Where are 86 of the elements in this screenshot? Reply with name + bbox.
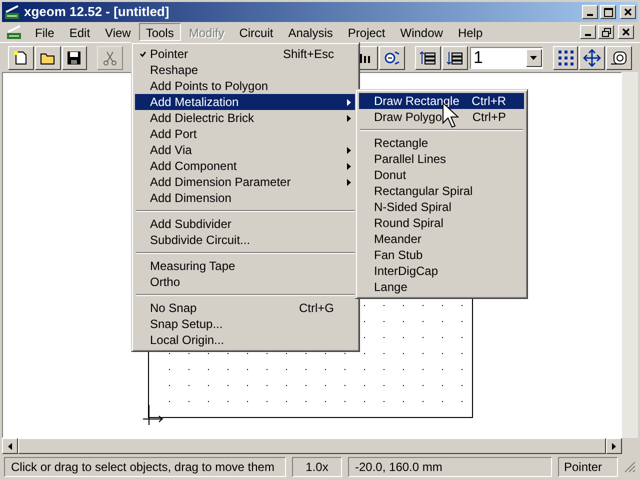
scissors-icon: [102, 50, 118, 66]
tool-mode: Pointer: [558, 457, 618, 477]
close-icon: [624, 8, 632, 16]
resize-grip-icon: [624, 461, 636, 473]
menu-item[interactable]: Measuring Tape: [135, 258, 356, 274]
menu-item[interactable]: No Snap Ctrl+G: [135, 300, 356, 316]
submenu-arrow-icon: [347, 178, 351, 186]
grid-button[interactable]: [552, 46, 578, 70]
menu-item[interactable]: Meander: [359, 231, 524, 247]
window-title: xgeom 12.52 - [untitled]: [24, 3, 170, 22]
left-arrow-icon: [8, 442, 12, 450]
menu-item[interactable]: Add Points to Polygon: [135, 78, 356, 94]
checkmark-icon: [140, 51, 146, 57]
menu-item[interactable]: Round Spiral: [359, 215, 524, 231]
submenu-arrow-icon: [347, 146, 351, 154]
menu-bar-item[interactable]: Help: [450, 23, 490, 41]
submenu-arrow-icon: [347, 114, 351, 122]
menu-item[interactable]: Subdivide Circuit...: [135, 232, 356, 248]
menu-item[interactable]: Parallel Lines: [359, 151, 524, 167]
maximize-icon: [604, 8, 612, 16]
menu-item[interactable]: Reshape: [135, 62, 356, 78]
menu-bar-item[interactable]: Project: [340, 23, 392, 41]
menu-item[interactable]: Add Subdivider: [135, 216, 356, 232]
status-message: Click or drag to select objects, drag to move them: [4, 457, 286, 477]
minimize-button[interactable]: [582, 5, 598, 19]
restore-icon: [602, 28, 610, 36]
save-button[interactable]: [62, 46, 88, 70]
menu-item[interactable]: Snap Setup...: [135, 316, 356, 332]
menu-item[interactable]: Rectangle: [359, 135, 524, 151]
menu-item[interactable]: Rectangular Spiral: [359, 183, 524, 199]
menu-item[interactable]: InterDigCap: [359, 263, 524, 279]
magnifier-arrows-icon: [383, 48, 402, 66]
dot-grid-icon: [556, 48, 575, 66]
app-icon: [4, 4, 20, 20]
menu-item[interactable]: Add Dimension: [135, 190, 356, 206]
zoom-level: 1.0x: [292, 457, 342, 477]
dropdown-button[interactable]: [526, 48, 542, 66]
measure-button[interactable]: [606, 46, 632, 70]
scroll-right-button[interactable]: [606, 438, 622, 454]
menu-bar-item[interactable]: Circuit: [232, 23, 280, 41]
close-button[interactable]: [618, 25, 634, 39]
layer-up-button[interactable]: [415, 46, 441, 70]
menu-item[interactable]: Draw Polygo Ctrl+P: [359, 109, 524, 125]
menu-item[interactable]: Donut: [359, 167, 524, 183]
restore-button[interactable]: [598, 25, 614, 39]
menu-item[interactable]: Fan Stub: [359, 247, 524, 263]
close-icon: [622, 28, 630, 36]
menu-item[interactable]: Add Metalization: [135, 94, 356, 110]
cursor-coordinates: -20.0, 160.0 mm: [348, 457, 552, 477]
menu-item[interactable]: Pointer Shift+Esc: [135, 46, 356, 62]
menu-item[interactable]: Ortho: [135, 274, 356, 290]
four-way-arrow-icon: [583, 48, 602, 66]
app-icon: [6, 24, 22, 40]
close-button[interactable]: [620, 5, 636, 19]
submenu-arrow-icon: [347, 98, 351, 106]
menu-bar-item[interactable]: Edit: [62, 23, 98, 41]
layer-down-button[interactable]: [442, 46, 468, 70]
menu-bar-item[interactable]: Tools: [138, 23, 181, 41]
right-arrow-icon: [612, 442, 616, 450]
menu-bar-item[interactable]: Analysis: [281, 23, 340, 41]
open-button[interactable]: [34, 46, 60, 70]
menu-item[interactable]: Add Component: [135, 158, 356, 174]
layers-up-icon: [418, 48, 437, 66]
submenu-arrow-icon: [347, 162, 351, 170]
minimize-button[interactable]: [580, 25, 596, 39]
menu-item[interactable]: N-Sided Spiral: [359, 199, 524, 215]
pan-button[interactable]: [579, 46, 606, 70]
menu-item[interactable]: Local Origin...: [135, 332, 356, 348]
layer-combo-box[interactable]: 1: [470, 46, 543, 68]
menu-item[interactable]: Draw Rectangle Ctrl+R: [359, 93, 524, 109]
maximize-button[interactable]: [600, 5, 616, 19]
vertical-scrollbar[interactable]: [622, 72, 638, 438]
menu-item[interactable]: Lange: [359, 279, 524, 295]
menu-item[interactable]: Add Via: [135, 142, 356, 158]
new-document-icon: [12, 50, 29, 66]
menu-bar-item[interactable]: View: [98, 23, 138, 41]
menu-item[interactable]: Add Dielectric Brick: [135, 110, 356, 126]
zoom-button[interactable]: [379, 46, 406, 70]
menu-item[interactable]: Add Port: [135, 126, 356, 142]
menu-item[interactable]: Add Dimension Parameter: [135, 174, 356, 190]
tape-measure-icon: [610, 48, 628, 66]
menu-bar-item[interactable]: File: [28, 23, 62, 41]
caret-icon: [530, 56, 538, 60]
scroll-left-button[interactable]: [2, 438, 18, 454]
menu-bar-item[interactable]: Window: [393, 23, 450, 41]
new-file-button[interactable]: [8, 46, 34, 70]
